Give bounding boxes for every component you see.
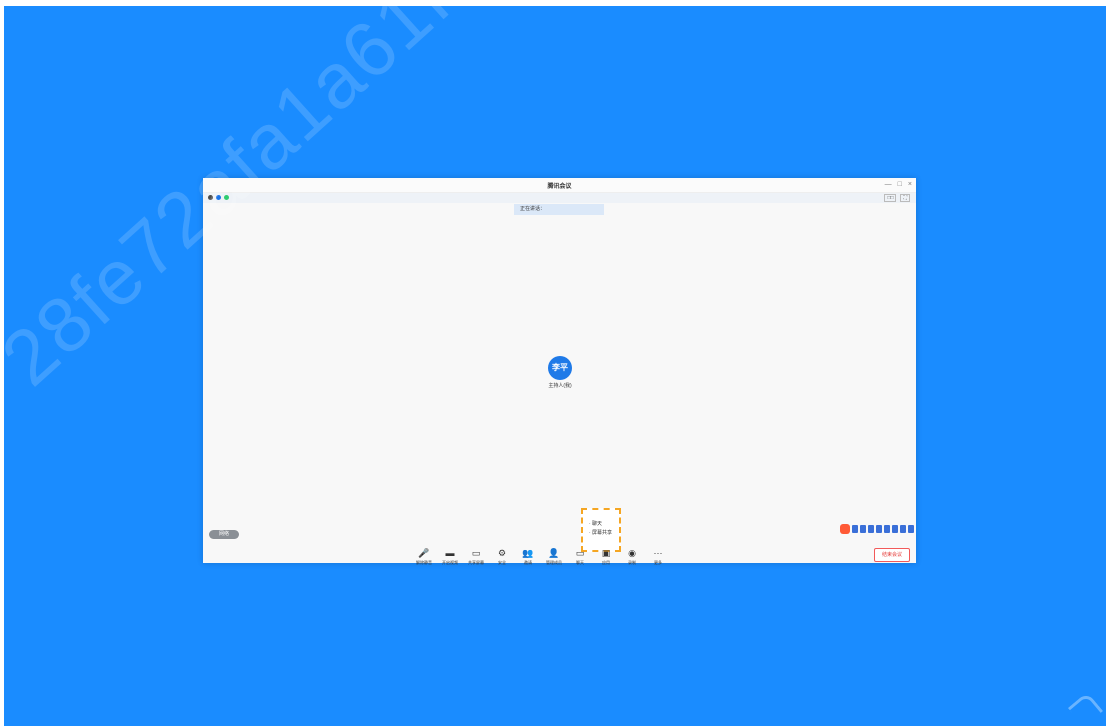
apps-button[interactable]: ▣ 应用 — [595, 548, 617, 566]
chat-icon: ▭ — [575, 548, 585, 558]
invite-icon: 👥 — [522, 548, 534, 558]
avatar: 李平 — [548, 356, 572, 380]
dropdown-item[interactable]: · 聊天 — [583, 520, 619, 529]
shape-icon[interactable] — [868, 525, 874, 533]
window-controls: — □ × — [885, 180, 912, 190]
save-icon[interactable] — [900, 525, 906, 533]
record-button[interactable]: ◉ 录制 — [621, 548, 643, 566]
layout-button[interactable]: □□ — [884, 194, 897, 202]
desktop-background: 28fe72afa1a61f201b52 腾讯会议 — □ × □□ ⛶ 正在讲… — [4, 6, 1106, 726]
fullscreen-button[interactable]: ⛶ — [900, 194, 910, 202]
meeting-toolbar: 🎤 解除静音 ▬ 开启视频 ▭ 共享屏幕 ⚙ 安全 👥 邀请 👤 管理成员 ▭ … — [413, 548, 669, 566]
view-controls: □□ ⛶ — [884, 194, 910, 202]
highlighted-dropdown-menu: · 聊天 · 屏幕共享 — [581, 508, 621, 552]
meeting-window: 腾讯会议 — □ × □□ ⛶ 正在讲话： 李平 主持人(我) 网络 · 聊天 … — [203, 178, 916, 566]
tool-label: 录制 — [628, 560, 636, 565]
microphone-icon: 🎤 — [418, 548, 430, 558]
app-logo-icon[interactable] — [840, 524, 850, 534]
more-icon: ··· — [653, 548, 663, 558]
tool-label: 开启视频 — [442, 560, 458, 565]
window-title: 腾讯会议 — [547, 184, 572, 190]
info-icon[interactable] — [208, 195, 213, 200]
people-icon: 👤 — [548, 548, 560, 558]
close-annotation-icon[interactable] — [908, 525, 914, 533]
invite-button[interactable]: 👥 邀请 — [517, 548, 539, 566]
tool-label: 应用 — [602, 560, 610, 565]
meeting-info-bar: □□ ⛶ — [203, 193, 916, 203]
pen-icon[interactable] — [852, 525, 858, 533]
share-screen-button[interactable]: ▭ 共享屏幕 — [465, 548, 487, 566]
screen-icon: ▭ — [471, 548, 481, 558]
video-button[interactable]: ▬ 开启视频 — [439, 548, 461, 566]
tool-label: 安全 — [498, 560, 506, 565]
annotation-toolbar — [840, 524, 914, 534]
more-button[interactable]: ··· 更多 — [647, 548, 669, 566]
dropdown-item[interactable]: · 屏幕共享 — [583, 529, 619, 538]
participant-tile: 李平 主持人(我) — [545, 356, 575, 389]
shield-icon[interactable] — [216, 195, 221, 200]
minimize-icon[interactable]: — — [885, 180, 892, 190]
end-meeting-button[interactable]: 结束会议 — [874, 548, 910, 562]
participant-name: 主持人(我) — [548, 383, 572, 389]
tool-label: 聊天 — [576, 560, 584, 565]
apps-icon: ▣ — [601, 548, 611, 558]
text-icon[interactable] — [876, 525, 882, 533]
security-button[interactable]: ⚙ 安全 — [491, 548, 513, 566]
network-status-pill[interactable]: 网络 — [209, 530, 239, 539]
status-indicators — [208, 195, 229, 200]
tool-label: 管理成员 — [546, 560, 562, 565]
speaker-indicator: 正在讲话： — [514, 204, 604, 215]
chat-button[interactable]: ▭ 聊天 — [569, 548, 591, 566]
corner-swirl-icon — [1067, 691, 1104, 726]
arrow-icon[interactable] — [860, 525, 866, 533]
tool-label: 更多 — [654, 560, 662, 565]
close-icon[interactable]: × — [908, 180, 912, 190]
record-icon: ◉ — [628, 548, 636, 558]
title-bar: 腾讯会议 — □ × — [203, 178, 916, 193]
tool-label: 解除静音 — [416, 560, 432, 565]
signal-icon[interactable] — [224, 195, 229, 200]
maximize-icon[interactable]: □ — [898, 180, 902, 190]
members-button[interactable]: 👤 管理成员 — [543, 548, 565, 566]
tool-label: 共享屏幕 — [468, 560, 484, 565]
tool-label: 邀请 — [524, 560, 532, 565]
undo-icon[interactable] — [892, 525, 898, 533]
eraser-icon[interactable] — [884, 525, 890, 533]
gear-icon: ⚙ — [497, 548, 507, 558]
mute-button[interactable]: 🎤 解除静音 — [413, 548, 435, 566]
camera-icon: ▬ — [445, 548, 455, 558]
